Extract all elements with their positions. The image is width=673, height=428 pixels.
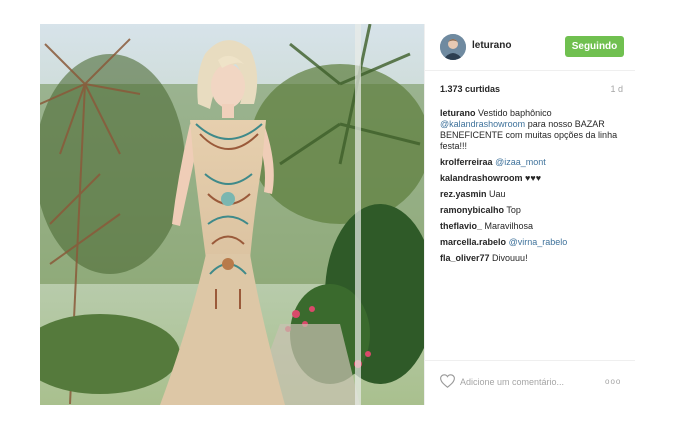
comment-mention[interactable]: @izaa_mont [495,157,546,167]
comment-text: Vestido baphônico [478,108,552,118]
comments-list: leturano Vestido baphônico @kalandrashow… [440,108,625,269]
caption: leturano Vestido baphônico @kalandrashow… [440,108,625,152]
comment-text: Uau [489,189,506,199]
post-sidebar: leturano Seguindo 1.373 curtidas 1 d let… [424,24,635,405]
comment: kalandrashowroom ♥♥♥ [440,173,625,184]
comment: theflavio_ Maravilhosa [440,221,625,232]
post-photo[interactable] [40,24,424,405]
comment: marcella.rabelo @virna_rabelo [440,237,625,248]
photo-illustration [40,24,424,405]
comment-username[interactable]: theflavio_ [440,221,482,231]
comment-username[interactable]: kalandrashowroom [440,173,523,183]
avatar-image [440,34,466,60]
comment-input[interactable] [460,373,590,391]
likes-count[interactable]: 1.373 curtidas [440,84,500,94]
comment: rez.yasmin Uau [440,189,625,200]
comment-username[interactable]: rez.yasmin [440,189,487,199]
comment: ramonybicalho Top [440,205,625,216]
comment-username[interactable]: krolferreiraa [440,157,493,167]
post-time: 1 d [610,84,623,94]
add-comment-bar: ooo [425,360,635,406]
username-link[interactable]: leturano [472,40,511,51]
comment-username[interactable]: fla_oliver77 [440,253,490,263]
post-card: leturano Seguindo 1.373 curtidas 1 d let… [40,24,635,405]
comment-mention[interactable]: @kalandrashowroom [440,119,525,129]
comment-username[interactable]: ramonybicalho [440,205,504,215]
comment-text: Top [506,205,521,215]
heart-icon[interactable] [440,374,455,388]
following-button[interactable]: Seguindo [565,36,624,57]
comment-text: Divouuu! [492,253,528,263]
avatar[interactable] [440,34,466,60]
more-options-icon[interactable]: ooo [605,377,621,386]
comment-text: Maravilhosa [484,221,534,231]
comment-mention[interactable]: @virna_rabelo [509,237,568,247]
post-header: leturano Seguindo [425,24,635,71]
comment: fla_oliver77 Divouuu! [440,253,625,264]
comment: krolferreiraa @izaa_mont [440,157,625,168]
comment-text: ♥♥♥ [525,173,542,183]
comment-username[interactable]: leturano [440,108,476,118]
comment-username[interactable]: marcella.rabelo [440,237,506,247]
